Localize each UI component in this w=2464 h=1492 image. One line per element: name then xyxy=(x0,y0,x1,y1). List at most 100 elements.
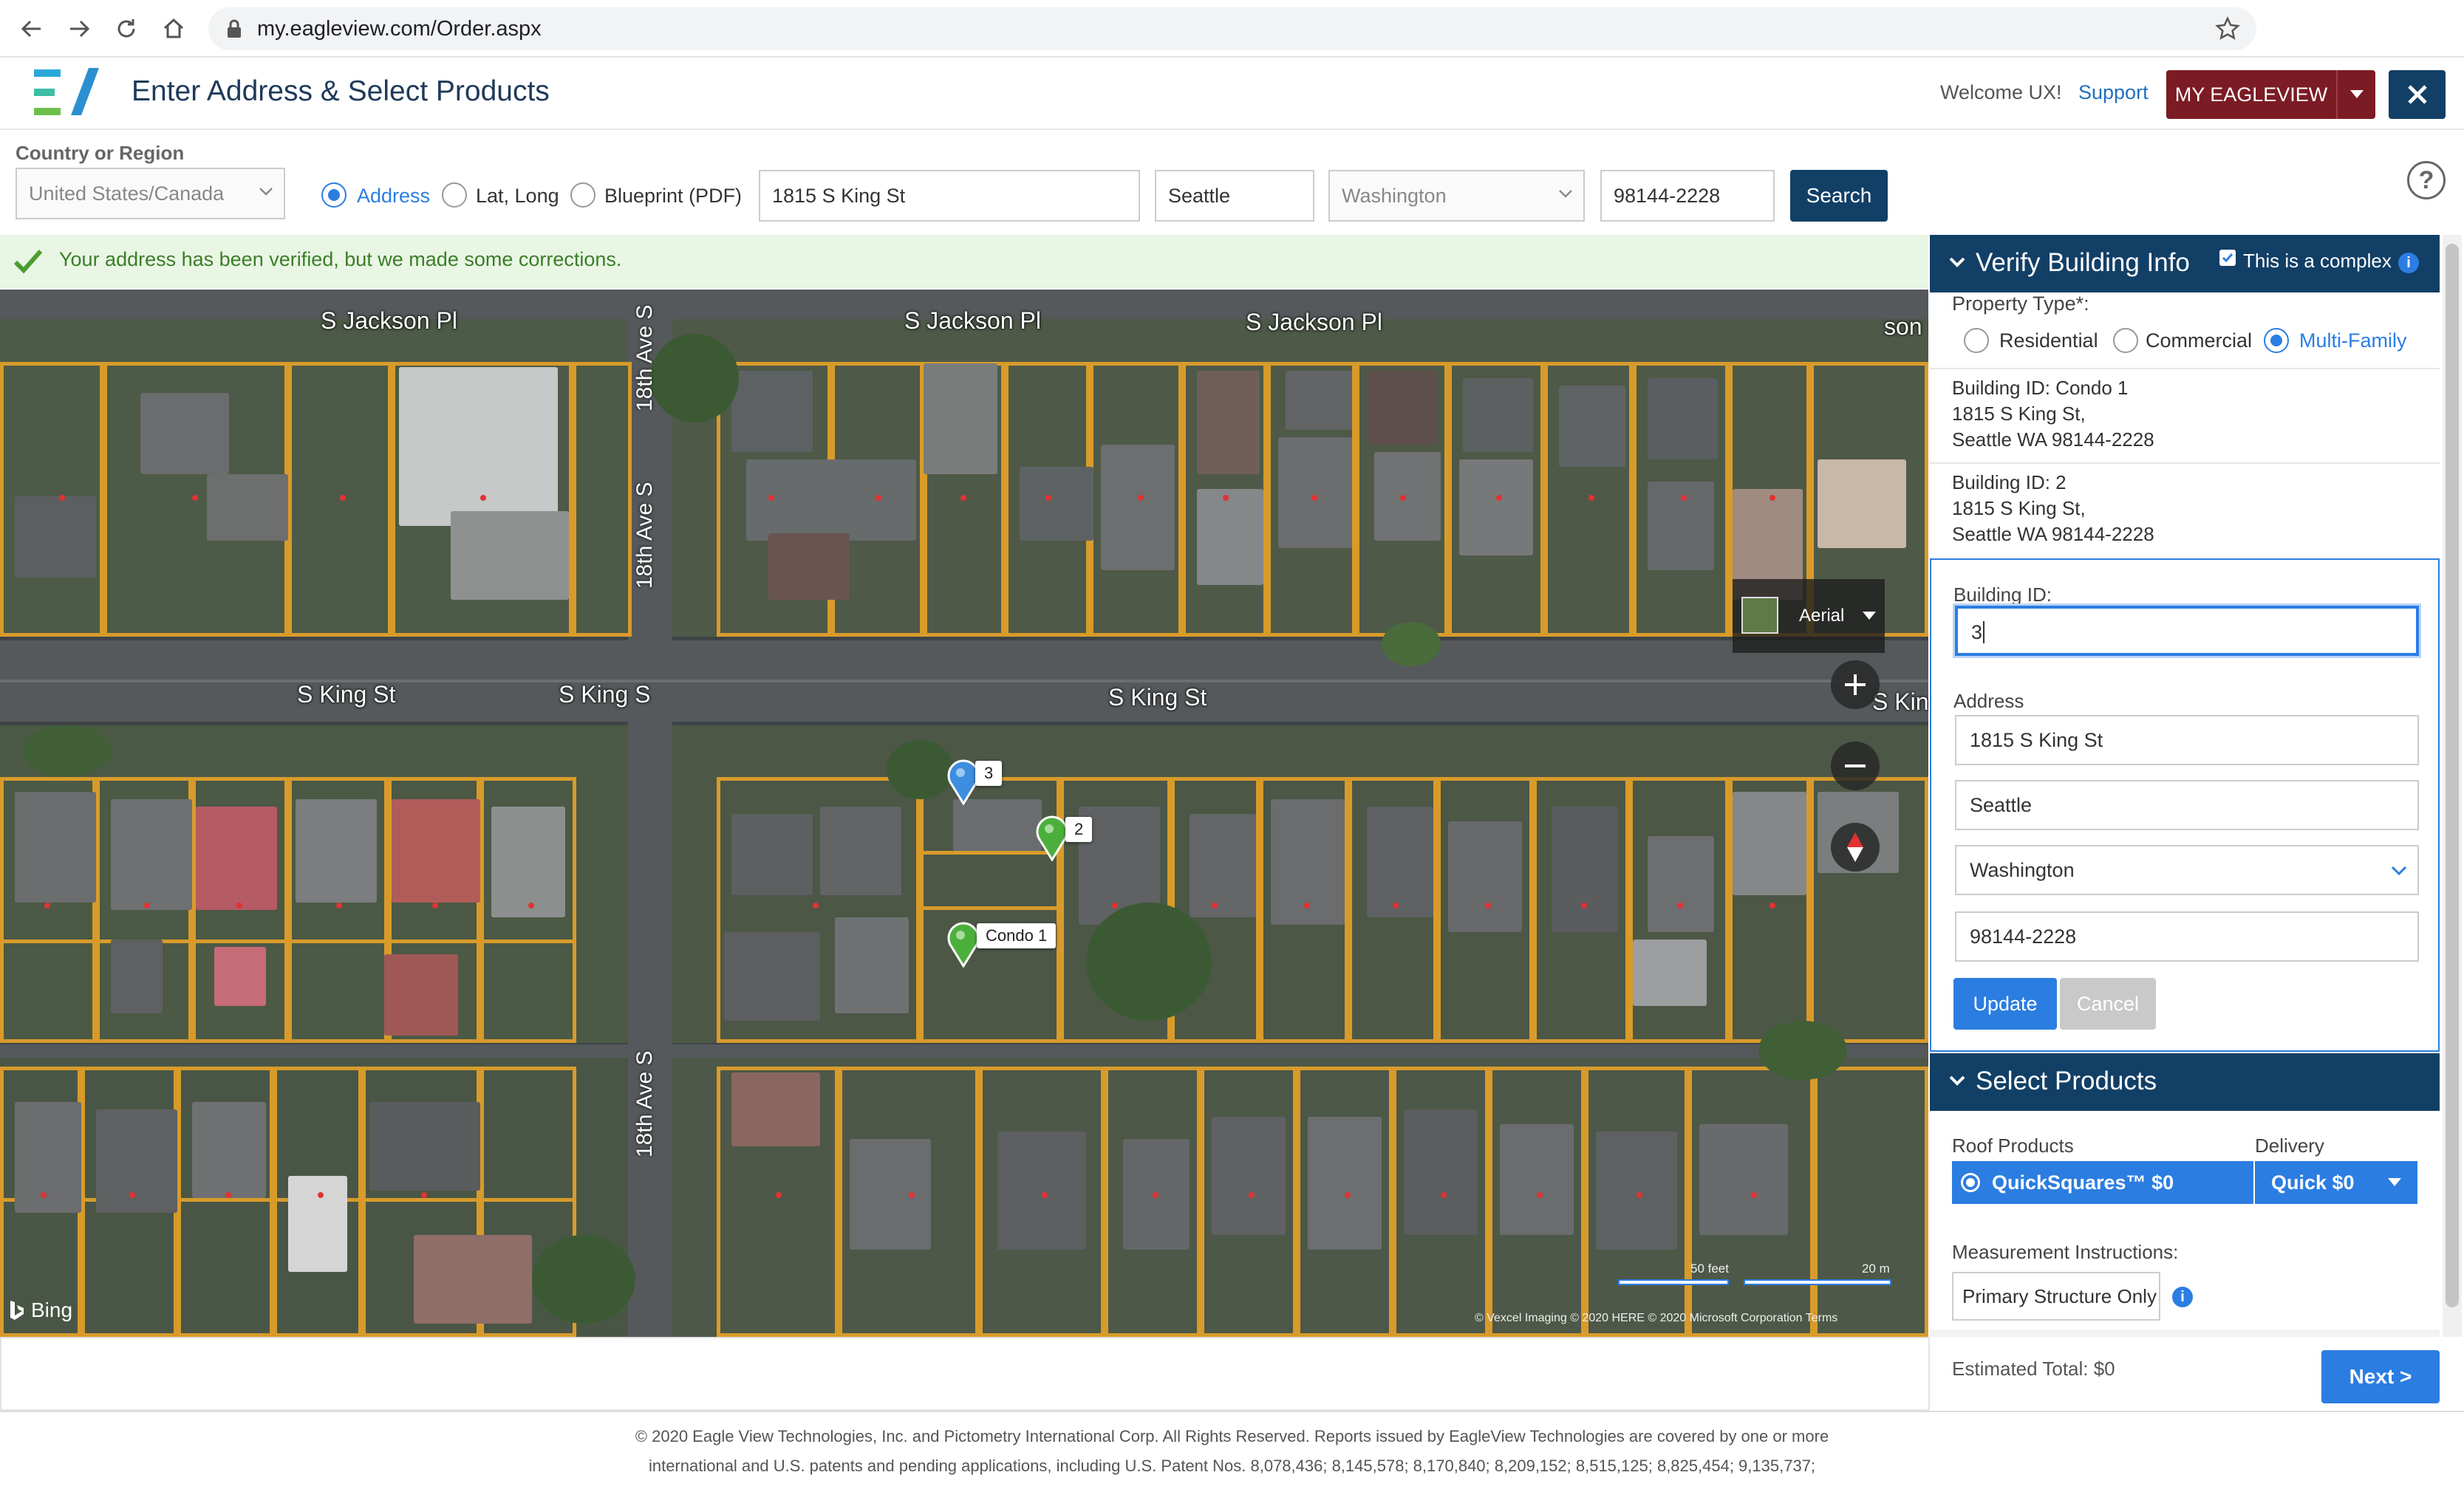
building-street-input[interactable]: 1815 S King St xyxy=(1955,715,2419,765)
chevron-down-icon xyxy=(1949,257,1965,267)
delivery-select[interactable]: Quick $0 xyxy=(2255,1161,2417,1204)
map-pin-2[interactable] xyxy=(1034,815,1070,865)
caret-down-icon xyxy=(2388,1178,2401,1186)
street-label: 18th Ave S xyxy=(632,482,657,589)
caret-down-icon xyxy=(1863,612,1876,620)
state-select[interactable]: Washington xyxy=(1328,170,1585,222)
pin-label: Condo 1 xyxy=(977,923,1057,948)
compass-icon xyxy=(1847,832,1863,862)
chevron-down-icon xyxy=(1949,1075,1965,1086)
info-icon[interactable]: i xyxy=(2398,253,2419,273)
map-layer-label: Aerial xyxy=(1799,606,1845,626)
zoom-in-button[interactable] xyxy=(1831,660,1880,709)
blueprint-mode-label: Blueprint (PDF) xyxy=(604,185,743,207)
search-button[interactable]: Search xyxy=(1790,170,1888,222)
building-edit-form: Building ID: 3 Address 1815 S King St Se… xyxy=(1930,558,2440,1052)
map-bottom-bar xyxy=(0,1337,1930,1411)
scale-bar-feet xyxy=(1618,1279,1729,1285)
scale-bar-meters xyxy=(1744,1279,1891,1285)
reload-icon[interactable] xyxy=(108,10,145,47)
country-value: United States/Canada xyxy=(29,182,225,205)
quicksquares-product[interactable]: QuickSquares™ $0 xyxy=(1952,1161,2253,1204)
map-layer-selector[interactable]: Aerial xyxy=(1733,579,1885,653)
checkmark-icon xyxy=(13,250,43,274)
country-label: Country or Region xyxy=(16,142,185,164)
building-city-input[interactable]: Seattle xyxy=(1955,780,2419,830)
country-select[interactable]: United States/Canada xyxy=(16,168,285,219)
footer-patents: international and U.S. patents and pendi… xyxy=(648,1457,1816,1475)
street-input[interactable]: 1815 S King St xyxy=(759,170,1140,222)
update-button[interactable]: Update xyxy=(1953,978,2057,1030)
product-radio xyxy=(1961,1173,1980,1192)
verification-notice: Your address has been verified, but we m… xyxy=(0,235,1928,288)
address-bar[interactable]: my.eagleview.com/Order.aspx xyxy=(208,7,2256,50)
verify-building-title: Verify Building Info xyxy=(1976,248,2190,277)
building-id-input[interactable]: 3 xyxy=(1955,606,2419,656)
notice-text: Your address has been verified, but we m… xyxy=(59,248,622,270)
info-icon[interactable]: i xyxy=(2172,1287,2193,1307)
latlong-mode-radio[interactable] xyxy=(442,182,467,208)
estimated-total: Estimated Total: $0 xyxy=(1952,1358,2115,1380)
help-icon[interactable]: ? xyxy=(2407,161,2446,199)
residential-label: Residential xyxy=(1999,329,2098,352)
select-products-title: Select Products xyxy=(1976,1067,2157,1095)
aerial-map[interactable]: S Jackson Pl S Jackson Pl S Jackson Pl s… xyxy=(0,290,1928,1337)
roof-products-label: Roof Products xyxy=(1952,1135,2074,1157)
residential-radio[interactable] xyxy=(1964,328,1989,353)
street-label: S Kin xyxy=(1872,688,1928,715)
street-label: S King St xyxy=(297,681,396,708)
street-label: 18th Ave S xyxy=(632,304,657,411)
footer-copyright: © 2020 Eagle View Technologies, Inc. and… xyxy=(635,1427,1829,1445)
check-icon xyxy=(2222,253,2233,263)
commercial-radio[interactable] xyxy=(2113,328,2138,353)
scale-meters-label: 20 m xyxy=(1862,1262,1890,1276)
complex-checkbox[interactable] xyxy=(2219,250,2236,266)
forward-arrow-icon[interactable] xyxy=(61,10,98,47)
compass-button[interactable] xyxy=(1831,823,1880,872)
latlong-mode-label: Lat, Long xyxy=(476,185,559,207)
commercial-label: Commercial xyxy=(2146,329,2253,352)
city-input[interactable]: Seattle xyxy=(1155,170,1314,222)
page-title: Enter Address & Select Products xyxy=(132,75,550,107)
close-button[interactable] xyxy=(2389,70,2446,119)
support-link[interactable]: Support xyxy=(2078,81,2149,104)
aerial-thumbnail-icon xyxy=(1741,597,1778,634)
my-eagleview-button[interactable]: MY EAGLEVIEW xyxy=(2166,70,2336,119)
multi-family-radio[interactable] xyxy=(2264,328,2289,353)
next-button[interactable]: Next > xyxy=(2321,1350,2440,1403)
select-products-header[interactable]: Select Products xyxy=(1930,1053,2440,1111)
bookmark-star-icon[interactable] xyxy=(2215,16,2240,45)
address-mode-radio[interactable] xyxy=(321,182,347,208)
street-label: S Jackson Pl xyxy=(321,307,457,334)
building-item[interactable]: Building ID: 2 1815 S King St, Seattle W… xyxy=(1952,470,2154,547)
building-item[interactable]: Building ID: Condo 1 1815 S King St, Sea… xyxy=(1952,375,2154,453)
measurement-instructions-select[interactable]: Primary Structure Only xyxy=(1952,1272,2160,1321)
chevron-down-icon xyxy=(1559,190,1572,198)
pin-label: 2 xyxy=(1065,817,1093,842)
cancel-button[interactable]: Cancel xyxy=(2060,978,2156,1030)
multi-family-label: Multi-Family xyxy=(2299,329,2407,352)
url-text: my.eagleview.com/Order.aspx xyxy=(257,17,542,41)
pin-icon xyxy=(1036,815,1068,862)
eagleview-logo[interactable] xyxy=(34,66,102,125)
bing-logo: Bing xyxy=(9,1298,72,1322)
map-pin-condo-1[interactable] xyxy=(946,922,981,971)
building-state-select[interactable]: Washington xyxy=(1955,845,2419,895)
back-arrow-icon[interactable] xyxy=(13,10,50,47)
bing-icon xyxy=(10,1301,24,1320)
building-zip-input[interactable]: 98144-2228 xyxy=(1955,911,2419,962)
street-label: 18th Ave S xyxy=(632,1050,657,1157)
my-eagleview-dropdown[interactable] xyxy=(2336,70,2375,119)
browser-toolbar: my.eagleview.com/Order.aspx xyxy=(0,0,2464,58)
zoom-out-button[interactable] xyxy=(1831,742,1880,790)
verify-building-header[interactable]: Verify Building Info This is a complex i xyxy=(1930,235,2440,292)
address-mode-label: Address xyxy=(357,185,431,207)
blueprint-mode-radio[interactable] xyxy=(570,182,595,208)
panel-scrollbar-thumb[interactable] xyxy=(2446,244,2459,1307)
zip-input[interactable]: 98144-2228 xyxy=(1600,170,1775,222)
home-icon[interactable] xyxy=(155,10,192,47)
map-attribution[interactable]: © Vexcel Imaging © 2020 HERE © 2020 Micr… xyxy=(1475,1312,1837,1325)
pin-icon xyxy=(947,922,980,968)
chevron-down-icon xyxy=(259,188,273,196)
scale-feet-label: 50 feet xyxy=(1690,1262,1729,1276)
